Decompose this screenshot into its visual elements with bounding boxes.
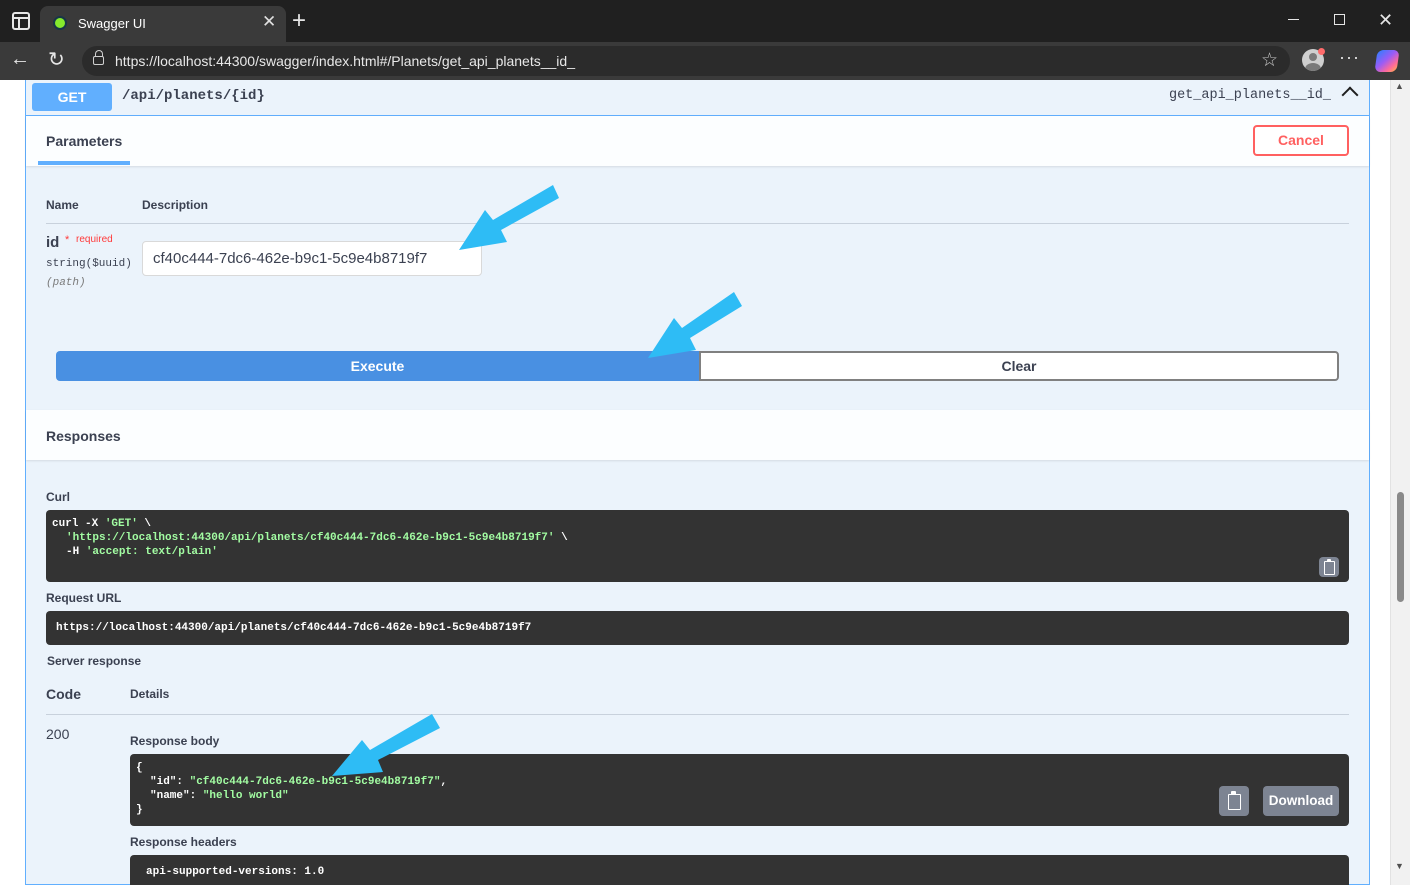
annotation-arrow-execute: [648, 292, 742, 358]
scroll-down-icon[interactable]: ▼: [1395, 861, 1404, 871]
back-arrow-icon[interactable]: ←: [10, 48, 30, 71]
curl-line1-cmd: curl -X: [52, 518, 105, 530]
copy-curl-icon[interactable]: [1319, 557, 1339, 577]
body-name-key: "name":: [150, 790, 203, 802]
parameter-location: (path): [46, 277, 86, 289]
curl-code-block[interactable]: curl -X 'GET' \ 'https://localhost:44300…: [46, 510, 1349, 582]
minimize-icon[interactable]: [1288, 19, 1299, 20]
curl-line2-tail: \: [554, 532, 568, 544]
response-headers-label: Response headers: [130, 835, 237, 849]
maximize-icon[interactable]: [1334, 14, 1345, 25]
browser-tab-bar: Swagger UI ✕ + ✕: [0, 0, 1410, 42]
body-close-brace: }: [136, 804, 143, 816]
curl-line1-tail: \: [137, 518, 152, 530]
required-star: *: [65, 234, 70, 246]
parameters-divider: [46, 223, 1349, 224]
tab-close-icon[interactable]: ✕: [262, 13, 276, 31]
operation-id: get_api_planets__id_: [1168, 88, 1331, 103]
scrollbar-thumb[interactable]: [1397, 492, 1404, 602]
window-close-icon[interactable]: ✕: [1378, 10, 1393, 30]
reload-icon[interactable]: ↻: [48, 47, 65, 72]
annotation-arrow-response: [332, 714, 440, 776]
cancel-button[interactable]: Cancel: [1253, 125, 1349, 156]
tab-title: Swagger UI: [78, 16, 146, 31]
method-badge: GET: [32, 83, 112, 111]
operation-block-get: GET /api/planets/{id} get_api_planets__i…: [25, 80, 1370, 885]
curl-line3-header: 'accept: text/plain': [85, 546, 218, 558]
parameter-name: id: [46, 234, 60, 251]
code-column-header: Code: [46, 686, 81, 702]
request-url-text: https://localhost:44300/api/planets/cf40…: [56, 622, 532, 634]
responses-divider: [46, 714, 1349, 715]
address-bar[interactable]: https://localhost:44300/swagger/index.ht…: [82, 46, 1290, 76]
request-url-box[interactable]: https://localhost:44300/api/planets/cf40…: [46, 611, 1349, 645]
response-body-label: Response body: [130, 734, 220, 748]
browser-tab-swagger[interactable]: Swagger UI ✕: [40, 6, 286, 42]
profile-notification-dot: [1318, 48, 1325, 55]
response-body-block[interactable]: { "id": "cf40c444-7dc6-462e-b9c1-5c9e4b8…: [130, 754, 1349, 826]
responses-title: Responses: [46, 428, 121, 444]
browser-toolbar: ← ↻ https://localhost:44300/swagger/inde…: [0, 42, 1410, 80]
chevron-up-icon[interactable]: [1341, 86, 1359, 104]
response-header-line: api-supported-versions: 1.0: [146, 866, 325, 878]
parameter-type: string($uuid): [46, 258, 132, 270]
copilot-icon[interactable]: [1374, 50, 1400, 72]
lock-icon[interactable]: [93, 50, 104, 65]
more-menu-icon[interactable]: ···: [1339, 47, 1360, 68]
swagger-favicon-icon: [53, 16, 67, 30]
annotation-arrow-input: [459, 185, 559, 250]
execute-button[interactable]: Execute: [56, 351, 699, 381]
column-header-name: Name: [46, 198, 79, 212]
curl-line1-method: 'GET': [104, 518, 138, 530]
server-response-label: Server response: [47, 654, 142, 668]
page-scrollbar[interactable]: ▲ ▼: [1390, 80, 1410, 885]
request-url-label: Request URL: [46, 591, 122, 605]
id-parameter-input[interactable]: [142, 241, 482, 276]
parameters-tab[interactable]: Parameters: [46, 133, 122, 149]
operation-summary[interactable]: GET /api/planets/{id} get_api_planets__i…: [26, 80, 1369, 116]
response-headers-block[interactable]: api-supported-versions: 1.0: [130, 855, 1349, 885]
clear-button[interactable]: Clear: [699, 351, 1339, 381]
tab-actions-icon[interactable]: [12, 12, 30, 30]
favorite-star-icon[interactable]: ☆: [1261, 49, 1278, 72]
copy-response-icon[interactable]: [1219, 786, 1249, 816]
details-column-header: Details: [130, 687, 170, 701]
url-text[interactable]: https://localhost:44300/swagger/index.ht…: [115, 53, 575, 69]
page-viewport: GET /api/planets/{id} get_api_planets__i…: [0, 80, 1410, 885]
new-tab-button[interactable]: +: [292, 9, 306, 33]
scroll-up-icon[interactable]: ▲: [1395, 81, 1404, 91]
column-header-description: Description: [142, 198, 209, 212]
body-open-brace: {: [136, 762, 143, 774]
body-name-value: "hello world": [202, 790, 289, 802]
required-label: required: [76, 234, 113, 245]
curl-line3-flag: -H: [66, 546, 86, 558]
parameters-tab-underline: [38, 161, 130, 165]
responses-header: Responses: [26, 410, 1369, 460]
curl-label: Curl: [46, 490, 70, 504]
curl-line2-url: 'https://localhost:44300/api/planets/cf4…: [66, 532, 555, 544]
download-button[interactable]: Download: [1263, 786, 1339, 816]
status-code: 200: [46, 726, 70, 742]
body-id-key: "id":: [150, 776, 190, 788]
parameters-header: Parameters Cancel: [26, 116, 1369, 166]
operation-path: /api/planets/{id}: [122, 88, 265, 104]
